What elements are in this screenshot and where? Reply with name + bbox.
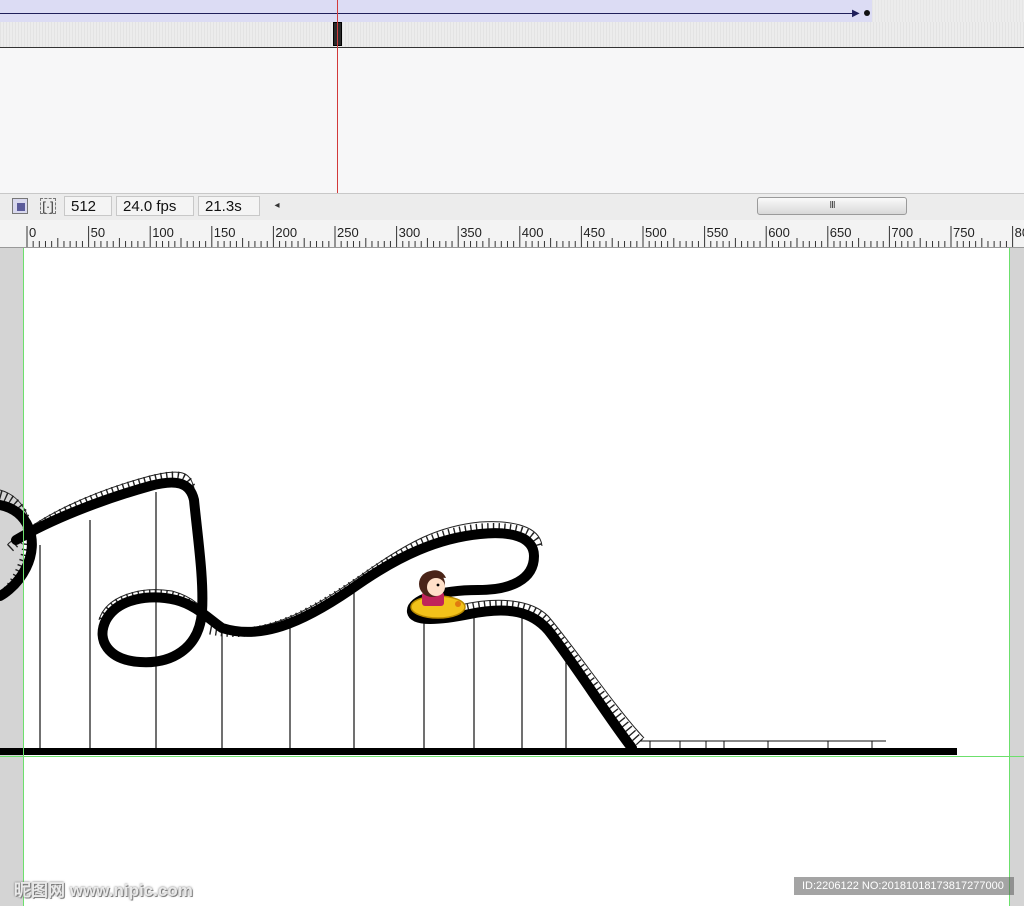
scrollbar-thumb[interactable]: III (757, 197, 907, 215)
ground-line (0, 748, 957, 755)
watermark-left: 昵图网 www.nipic.com (14, 881, 193, 900)
scrollbar-grip-icon: III (829, 200, 835, 211)
scroll-left-arrow-icon[interactable]: ◂ (268, 196, 286, 216)
ruler-label: 200 (275, 225, 298, 240)
ruler-label: 450 (583, 225, 606, 240)
ruler-label: 50 (90, 225, 106, 240)
scene-artwork[interactable] (0, 248, 1024, 906)
motion-tween-layer-row[interactable]: ▶ (0, 0, 1024, 23)
ruler-label: 700 (891, 225, 914, 240)
frame-rate-field[interactable]: 24.0 fps (116, 196, 194, 216)
onion-skin-icon[interactable] (12, 198, 28, 214)
guide-vertical-left[interactable] (23, 248, 24, 906)
ruler-label: 500 (645, 225, 667, 240)
ruler-label: 350 (460, 225, 482, 240)
ruler-label: 0 (29, 225, 37, 240)
ruler-label: 300 (398, 225, 421, 240)
ruler-label: 100 (152, 225, 174, 240)
ruler-label: 250 (337, 225, 359, 240)
elapsed-time-field: 21.3s (198, 196, 260, 216)
edit-markers-icon[interactable]: [·] (40, 198, 56, 214)
horizontal-ruler[interactable]: 0 50 100 150 200 250 300 350 400 450 500 550 600 650 7… (0, 220, 1024, 248)
frame-layer-row[interactable] (0, 22, 1024, 48)
tween-end-keyframe[interactable] (864, 10, 870, 16)
ruler-label: 150 (213, 225, 236, 240)
playhead[interactable] (337, 0, 338, 193)
motion-tween-arrow (0, 13, 858, 14)
ruler-label: 750 (953, 225, 975, 240)
coaster-track-main (11, 477, 637, 753)
ruler-label: 600 (768, 225, 790, 240)
timeline-empty-area[interactable] (0, 48, 1024, 193)
timeline-status-bar: [·] 512 24.0 fps 21.3s ◂ III (0, 193, 1024, 221)
current-frame-field[interactable]: 512 (64, 196, 112, 216)
ruler-label: 550 (706, 225, 729, 240)
ruler-label: 400 (521, 225, 544, 240)
guide-horizontal[interactable] (0, 756, 1024, 757)
empty-frames[interactable] (872, 0, 1024, 22)
ruler-label: 650 (829, 225, 852, 240)
coaster-track (0, 500, 37, 601)
guide-vertical-right[interactable] (1009, 248, 1010, 906)
tween-arrow-head-icon: ▶ (852, 8, 860, 19)
ruler-label: 80 (1014, 225, 1024, 240)
timeline-panel[interactable]: ▶ (0, 0, 1024, 193)
horizontal-scrollbar[interactable] (286, 196, 1024, 216)
watermark-right: ID:2206122 NO:20181018173817277000 (794, 877, 1014, 895)
